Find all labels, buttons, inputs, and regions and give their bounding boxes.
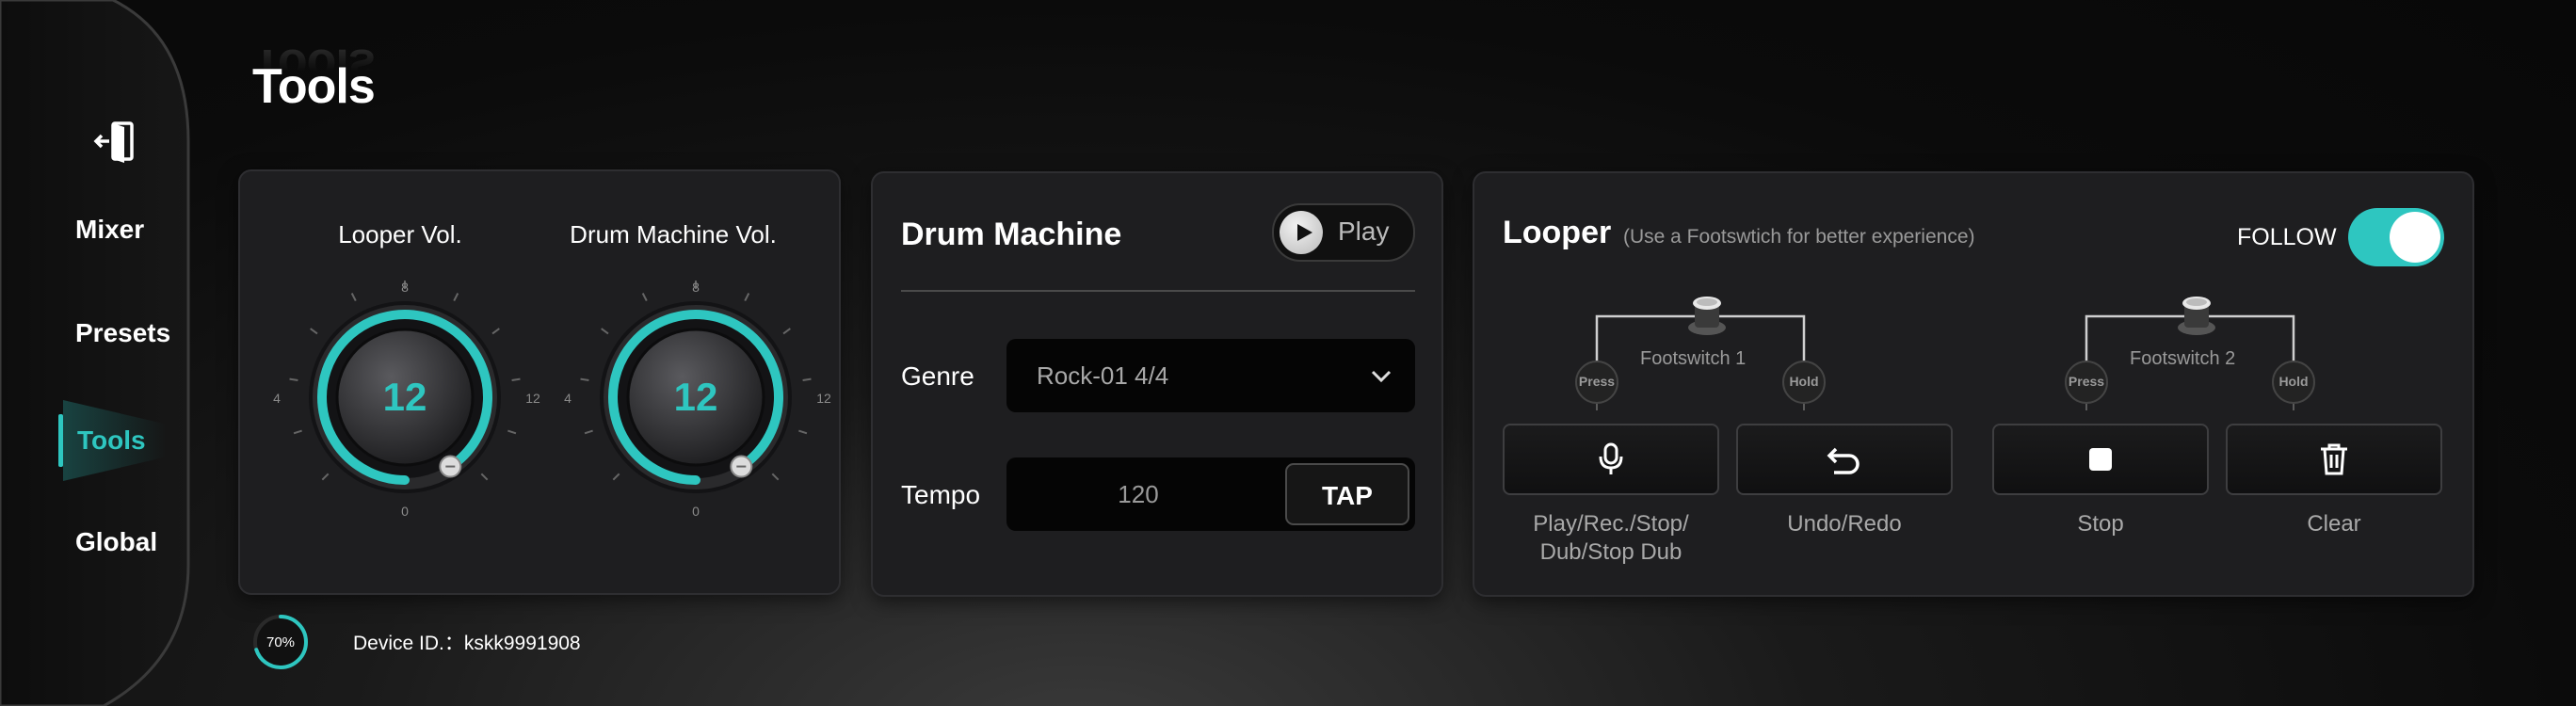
exit-door-icon[interactable] bbox=[92, 118, 141, 167]
chevron-down-icon bbox=[1371, 370, 1392, 383]
hold-label: Hold bbox=[1789, 374, 1819, 389]
scale-label-bottom: 0 bbox=[692, 504, 700, 519]
genre-label: Genre bbox=[901, 361, 974, 391]
looper-panel: Looper (Use a Footswtich for better expe… bbox=[1473, 171, 2474, 597]
undo-icon bbox=[1827, 447, 1860, 474]
knob-tick bbox=[350, 293, 357, 301]
undo-redo-label: Undo/Redo bbox=[1787, 511, 1902, 537]
nav-item-mixer[interactable]: Mixer bbox=[75, 215, 144, 245]
toggle-knob bbox=[2390, 212, 2440, 263]
knob-tick bbox=[507, 429, 517, 435]
drum-machine-panel: Drum Machine Play Genre Rock-01 4/4 Temp… bbox=[871, 171, 1443, 597]
press-label: Press bbox=[2068, 374, 2105, 389]
trash-icon bbox=[2321, 443, 2347, 475]
looper-title: Looper bbox=[1503, 215, 1612, 250]
nav-item-tools[interactable]: Tools bbox=[77, 425, 146, 456]
device-id: Device ID.：kskk9991908 bbox=[353, 633, 581, 654]
scale-label-right: 12 bbox=[816, 391, 831, 406]
knob-tick bbox=[310, 328, 318, 335]
knob-tick bbox=[771, 473, 780, 481]
genre-select[interactable]: Rock-01 4/4 bbox=[1006, 339, 1415, 412]
clear-label: Clear bbox=[2307, 511, 2361, 537]
tempo-label: Tempo bbox=[901, 480, 981, 509]
footswitch-2-press-badge: Press bbox=[2064, 360, 2109, 409]
stop-button[interactable] bbox=[1992, 424, 2209, 495]
sidebar-background bbox=[0, 0, 190, 706]
storage-progress-ring: 70% bbox=[253, 615, 308, 669]
microphone-icon bbox=[1599, 442, 1623, 474]
hold-label: Hold bbox=[2278, 374, 2309, 389]
tempo-value[interactable]: 120 bbox=[1006, 480, 1270, 509]
footswitch-1-press-badge: Press bbox=[1574, 360, 1619, 409]
tempo-field[interactable]: 120 TAP bbox=[1006, 457, 1415, 531]
stop-icon bbox=[2089, 448, 2112, 471]
follow-toggle[interactable] bbox=[2348, 208, 2444, 266]
knob-tick bbox=[584, 429, 593, 435]
knob-tick bbox=[480, 473, 489, 481]
knob-value: 12 bbox=[674, 375, 718, 419]
nav-active-indicator bbox=[58, 414, 63, 467]
scale-label-left: 4 bbox=[564, 391, 572, 406]
knob-tick bbox=[289, 377, 298, 381]
tap-button[interactable]: TAP bbox=[1285, 463, 1409, 525]
scale-label-right: 12 bbox=[525, 391, 540, 406]
looper-subtitle: (Use a Footswtich for better experience) bbox=[1623, 226, 1975, 248]
nav-item-global[interactable]: Global bbox=[75, 527, 157, 557]
knob-tick bbox=[453, 293, 459, 301]
play-icon bbox=[1280, 211, 1323, 254]
genre-value: Rock-01 4/4 bbox=[1037, 361, 1169, 390]
footswitch-1-label: Footswitch 1 bbox=[1640, 348, 1747, 369]
record-label-line1: Play/Rec./Stop/ bbox=[1533, 511, 1689, 537]
knob-tick bbox=[798, 429, 808, 435]
volume-panel: Looper Vol. Drum Machine Vol. 8 4 12 0 12 8 4… bbox=[238, 169, 841, 595]
scale-label-left: 4 bbox=[273, 391, 281, 406]
drum-machine-title: Drum Machine bbox=[901, 217, 1122, 252]
play-button[interactable]: Play bbox=[1272, 203, 1415, 262]
knob-tick bbox=[612, 473, 620, 481]
follow-label: FOLLOW bbox=[2237, 224, 2337, 250]
progress-label: 70% bbox=[266, 634, 295, 650]
knob-tick bbox=[782, 328, 791, 335]
knob-value: 12 bbox=[383, 375, 427, 419]
scale-label-top: 8 bbox=[401, 280, 409, 295]
knob-tick bbox=[491, 328, 500, 335]
knob-tick bbox=[802, 377, 812, 381]
stop-label: Stop bbox=[2077, 511, 2124, 537]
footswitch-2-icon bbox=[2178, 297, 2215, 335]
nav-item-presets[interactable]: Presets bbox=[75, 318, 170, 348]
knob-tick bbox=[511, 377, 521, 381]
divider bbox=[901, 290, 1415, 292]
drum-volume-knob[interactable]: 8 4 12 0 12 bbox=[555, 275, 837, 520]
record-button[interactable] bbox=[1503, 424, 1719, 495]
knob-tick bbox=[744, 293, 750, 301]
footswitch-1-hold-badge: Hold bbox=[1781, 360, 1827, 409]
knob-tick bbox=[601, 328, 609, 335]
looper-volume-knob[interactable]: 8 4 12 0 12 bbox=[264, 275, 546, 520]
drum-volume-label: Drum Machine Vol. bbox=[570, 220, 777, 249]
undo-redo-button[interactable] bbox=[1736, 424, 1953, 495]
footswitch-2-hold-badge: Hold bbox=[2271, 360, 2316, 409]
record-label-line2: Dub/Stop Dub bbox=[1539, 539, 1682, 565]
looper-volume-label: Looper Vol. bbox=[338, 220, 462, 249]
knob-tick bbox=[580, 377, 589, 381]
knob-tick bbox=[293, 429, 302, 435]
footswitch-1-icon bbox=[1688, 297, 1726, 335]
scale-label-top: 8 bbox=[692, 280, 700, 295]
scale-label-bottom: 0 bbox=[401, 504, 409, 519]
knob-tick bbox=[321, 473, 330, 481]
page-title-reflection: Tools bbox=[252, 39, 375, 93]
record-label: Play/Rec./Stop/ Dub/Stop Dub bbox=[1474, 510, 1747, 567]
play-label: Play bbox=[1338, 217, 1390, 246]
footswitch-2-label: Footswitch 2 bbox=[2130, 348, 2236, 369]
press-label: Press bbox=[1578, 374, 1616, 389]
clear-button[interactable] bbox=[2226, 424, 2442, 495]
knob-tick bbox=[641, 293, 648, 301]
